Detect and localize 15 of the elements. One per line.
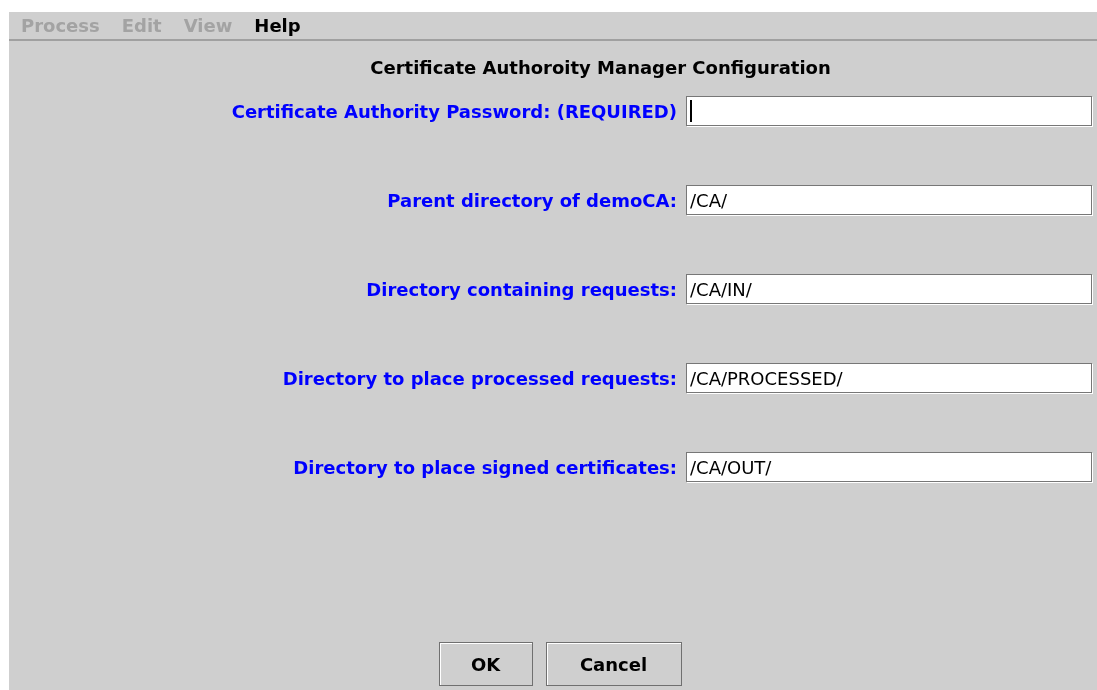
input-field[interactable] <box>686 96 1092 126</box>
field-label: Directory containing requests: <box>365 278 677 300</box>
ok-button[interactable]: OK <box>438 642 533 686</box>
field-label: Parent directory of demoCA: <box>386 189 677 211</box>
cancel-button[interactable]: Cancel <box>545 642 682 686</box>
input-field[interactable]: /CA/PROCESSED/ <box>686 363 1092 393</box>
dialog-title: Certificate Authoroity Manager Configuration <box>369 57 832 78</box>
input-field[interactable]: /CA/OUT/ <box>686 452 1092 482</box>
text-caret <box>690 100 692 122</box>
menu-item[interactable]: Help <box>254 15 301 39</box>
input-field[interactable]: /CA/ <box>686 185 1092 215</box>
field-label: Directory to place processed requests: <box>281 367 677 389</box>
field-label: Directory to place signed certificates: <box>292 456 677 478</box>
input-field[interactable]: /CA/IN/ <box>686 274 1092 304</box>
field-label: Certificate Authority Password: (REQUIRED) <box>230 100 677 122</box>
